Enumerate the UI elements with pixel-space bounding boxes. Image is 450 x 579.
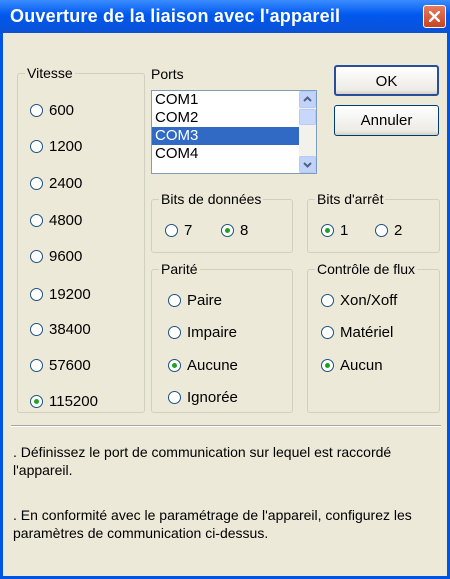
stop-bits-radio-1-circle (321, 224, 334, 237)
flow-radio-aucun[interactable]: Aucun (321, 357, 383, 374)
title-bar[interactable]: Ouverture de la liaison avec l'appareil (0, 0, 450, 33)
speed-radio-2400-label: 2400 (49, 175, 83, 192)
speed-radio-38400-label: 38400 (49, 321, 91, 338)
speed-radio-1200-label: 1200 (49, 138, 83, 155)
speed-group-title: Vitesse (25, 65, 75, 81)
speed-radio-2400[interactable]: 2400 (30, 175, 82, 192)
speed-radio-115200[interactable]: 115200 (30, 393, 98, 410)
parity-radio-paire-circle (168, 294, 181, 307)
port-item-com3[interactable]: COM3 (152, 127, 316, 145)
dialog-window: Ouverture de la liaison avec l'appareil … (0, 0, 450, 579)
data-bits-radio-7-circle (165, 224, 178, 237)
scroll-up-button[interactable] (299, 91, 316, 108)
speed-radio-57600-circle (30, 359, 43, 372)
info-text-2: . En conformité avec le paramétrage de l… (13, 507, 412, 541)
parity-group-title: Parité (159, 261, 200, 277)
parity-radio-aucune-circle (168, 359, 181, 372)
speed-radio-19200[interactable]: 19200 (30, 286, 91, 303)
window-title: Ouverture de la liaison avec l'appareil (10, 6, 341, 26)
data-bits-radio-8-circle (221, 224, 234, 237)
speed-radio-1200-circle (30, 140, 43, 153)
stop-bits-radio-2[interactable]: 2 (375, 222, 402, 239)
port-item-com4[interactable]: COM4 (152, 145, 316, 163)
stop-bits-group-title: Bits d'arrêt (315, 191, 386, 207)
scroll-thumb[interactable] (299, 109, 316, 125)
parity-radio-aucune-label: Aucune (187, 357, 238, 374)
flow-control-group: Contrôle de flux (307, 261, 440, 413)
scroll-down-button[interactable] (299, 156, 316, 173)
data-bits-radio-7-label: 7 (184, 222, 193, 239)
parity-radio-paire[interactable]: Paire (168, 292, 222, 309)
flow-radio-aucun-circle (321, 359, 334, 372)
data-bits-radio-7[interactable]: 7 (165, 222, 192, 239)
close-button[interactable] (423, 5, 446, 28)
speed-radio-4800[interactable]: 4800 (30, 212, 82, 229)
ok-button[interactable]: OK (334, 65, 439, 96)
stop-bits-radio-1[interactable]: 1 (321, 222, 348, 239)
parity-radio-ignoree[interactable]: Ignorée (168, 389, 238, 406)
stop-bits-radio-2-circle (375, 224, 388, 237)
speed-radio-600-label: 600 (49, 102, 75, 119)
speed-radio-9600-circle (30, 250, 43, 263)
info-text-1: . Définissez le port de communication su… (13, 444, 392, 478)
parity-radio-aucune[interactable]: Aucune (168, 357, 238, 374)
data-bits-group-title: Bits de données (159, 191, 264, 207)
speed-radio-2400-circle (30, 177, 43, 190)
chevron-down-icon (303, 162, 312, 168)
ports-scrollbar[interactable] (299, 91, 316, 173)
speed-radio-115200-circle (30, 395, 43, 408)
parity-radio-ignoree-circle (168, 391, 181, 404)
ports-label: Ports (151, 66, 184, 82)
port-item-com2[interactable]: COM2 (152, 109, 316, 127)
speed-radio-19200-label: 19200 (49, 286, 91, 303)
speed-radio-9600-label: 9600 (49, 248, 83, 265)
flow-radio-xon-xoff[interactable]: Xon/Xoff (321, 292, 397, 309)
speed-radio-38400[interactable]: 38400 (30, 321, 91, 338)
speed-radio-600[interactable]: 600 (30, 102, 74, 119)
separator (11, 425, 441, 427)
cancel-button[interactable]: Annuler (334, 105, 439, 136)
flow-radio-materiel[interactable]: Matériel (321, 324, 393, 341)
flow-radio-materiel-circle (321, 326, 334, 339)
stop-bits-radio-1-label: 1 (340, 222, 349, 239)
speed-radio-9600[interactable]: 9600 (30, 248, 82, 265)
flow-radio-xon-xoff-label: Xon/Xoff (340, 292, 398, 309)
parity-radio-impaire[interactable]: Impaire (168, 324, 237, 341)
speed-radio-4800-label: 4800 (49, 212, 83, 229)
speed-radio-4800-circle (30, 214, 43, 227)
flow-radio-materiel-label: Matériel (340, 324, 394, 341)
speed-radio-57600[interactable]: 57600 (30, 357, 91, 374)
stop-bits-radio-2-label: 2 (394, 222, 403, 239)
flow-control-group-title: Contrôle de flux (315, 261, 418, 277)
speed-radio-600-circle (30, 104, 43, 117)
chevron-up-icon (303, 96, 312, 102)
data-bits-radio-8-label: 8 (240, 222, 249, 239)
parity-radio-ignoree-label: Ignorée (187, 389, 238, 406)
flow-radio-xon-xoff-circle (321, 294, 334, 307)
speed-radio-57600-label: 57600 (49, 357, 91, 374)
close-icon (429, 11, 440, 22)
ports-listbox[interactable]: COM1 COM2 COM3 COM4 (151, 90, 317, 174)
parity-radio-paire-label: Paire (187, 292, 223, 309)
speed-radio-1200[interactable]: 1200 (30, 138, 82, 155)
speed-radio-38400-circle (30, 323, 43, 336)
data-bits-radio-8[interactable]: 8 (221, 222, 248, 239)
flow-radio-aucun-label: Aucun (340, 357, 383, 374)
parity-radio-impaire-label: Impaire (187, 324, 238, 341)
parity-radio-impaire-circle (168, 326, 181, 339)
port-item-com1[interactable]: COM1 (152, 91, 316, 109)
speed-radio-115200-label: 115200 (49, 393, 98, 410)
speed-radio-19200-circle (30, 288, 43, 301)
